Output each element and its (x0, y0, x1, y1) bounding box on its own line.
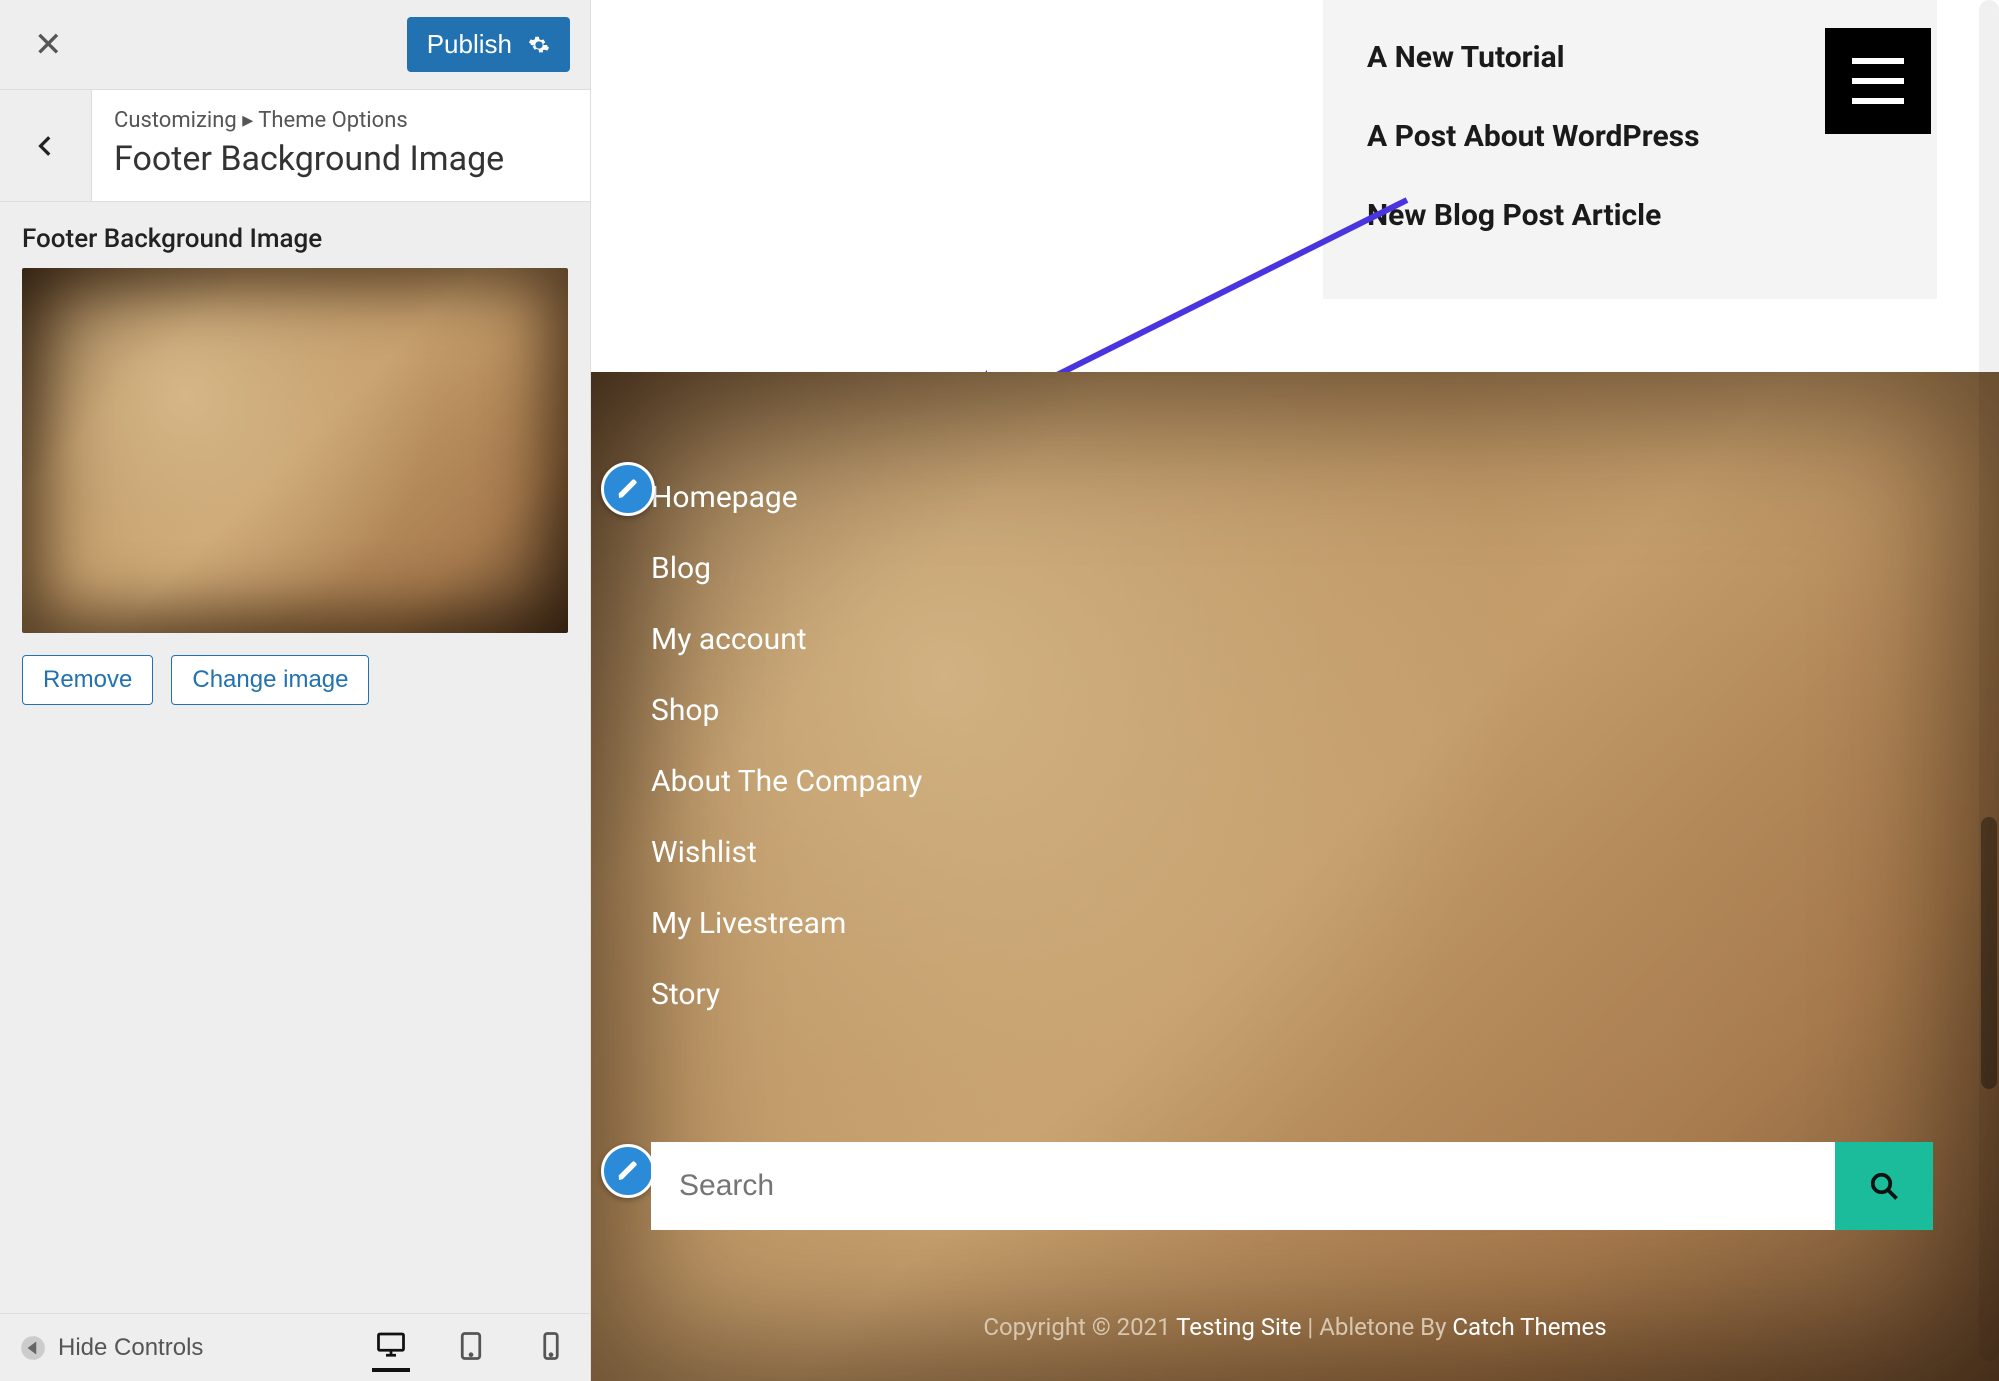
breadcrumb-sep: ▸ (242, 108, 258, 133)
sidebar-topbar: ✕ Publish (0, 0, 590, 90)
footer-link[interactable]: About The Company (651, 746, 1939, 817)
device-tablet-button[interactable] (452, 1325, 490, 1370)
site-name[interactable]: Testing Site (1176, 1313, 1301, 1341)
footer-link[interactable]: Shop (651, 675, 1939, 746)
close-button[interactable]: ✕ (20, 17, 77, 73)
device-toggles (372, 1323, 570, 1372)
theme-link[interactable]: Catch Themes (1452, 1313, 1606, 1341)
hamburger-icon (1852, 58, 1904, 64)
device-mobile-button[interactable] (532, 1325, 570, 1370)
copyright-mid: | Abletone By (1307, 1313, 1452, 1341)
edit-shortcut-button[interactable] (601, 462, 655, 516)
scrollbar[interactable] (1979, 0, 1999, 1361)
publish-label: Publish (427, 29, 512, 60)
site-footer: Homepage Blog My account Shop About The … (591, 372, 1999, 1381)
preview-pane: A New Tutorial A Post About WordPress Ne… (591, 0, 1999, 1381)
footer-link[interactable]: My account (651, 604, 1939, 675)
footer-link[interactable]: Story (651, 959, 1939, 1030)
field-label: Footer Background Image (22, 224, 568, 254)
footer-link[interactable]: My Livestream (651, 888, 1939, 959)
image-preview[interactable] (22, 268, 568, 633)
breadcrumb: Customizing ▸ Theme Options (114, 108, 568, 133)
tablet-icon (456, 1331, 486, 1361)
post-link[interactable]: A Post About WordPress (1367, 97, 1893, 176)
search-input[interactable] (651, 1142, 1835, 1230)
chevron-left-icon (33, 133, 59, 159)
post-link[interactable]: A New Tutorial (1367, 18, 1893, 97)
post-link[interactable]: New Blog Post Article (1367, 176, 1893, 255)
footer-search (651, 1142, 1933, 1230)
change-image-button[interactable]: Change image (171, 655, 369, 705)
sidebar-footer: Hide Controls (0, 1313, 590, 1381)
edit-shortcut-button[interactable] (601, 1144, 655, 1198)
device-desktop-button[interactable] (372, 1323, 410, 1372)
footer-link[interactable]: Wishlist (651, 817, 1939, 888)
copyright: Copyright © 2021 Testing Site | Abletone… (591, 1313, 1999, 1341)
header-text: Customizing ▸ Theme Options Footer Backg… (92, 90, 590, 201)
copyright-prefix: Copyright © 2021 (983, 1313, 1176, 1341)
back-button[interactable] (0, 90, 92, 201)
hamburger-icon (1852, 98, 1904, 104)
search-button[interactable] (1835, 1142, 1933, 1230)
image-actions: Remove Change image (22, 655, 568, 705)
breadcrumb-root: Customizing (114, 108, 237, 133)
breadcrumb-parent: Theme Options (258, 108, 407, 133)
search-icon (1869, 1171, 1899, 1201)
desktop-icon (376, 1329, 406, 1359)
mobile-icon (536, 1331, 566, 1361)
publish-button[interactable]: Publish (407, 17, 570, 72)
scrollbar-thumb[interactable] (1981, 817, 1997, 1089)
pencil-icon (616, 1159, 640, 1183)
footer-link[interactable]: Blog (651, 533, 1939, 604)
hamburger-menu-button[interactable] (1825, 28, 1931, 134)
hide-controls-button[interactable]: Hide Controls (20, 1334, 203, 1362)
remove-button[interactable]: Remove (22, 655, 153, 705)
customizer-sidebar: ✕ Publish Customizing ▸ Theme Options (0, 0, 591, 1381)
panel-title: Footer Background Image (114, 139, 568, 179)
hamburger-icon (1852, 78, 1904, 84)
sidebar-header: Customizing ▸ Theme Options Footer Backg… (0, 90, 590, 202)
hide-controls-label: Hide Controls (58, 1334, 203, 1362)
pencil-icon (616, 477, 640, 501)
footer-nav: Homepage Blog My account Shop About The … (651, 462, 1939, 1030)
collapse-icon (20, 1335, 46, 1361)
sidebar-body: Footer Background Image Remove Change im… (0, 202, 590, 1313)
gear-icon (528, 34, 550, 56)
close-icon: ✕ (34, 26, 63, 64)
footer-link[interactable]: Homepage (651, 462, 1939, 533)
